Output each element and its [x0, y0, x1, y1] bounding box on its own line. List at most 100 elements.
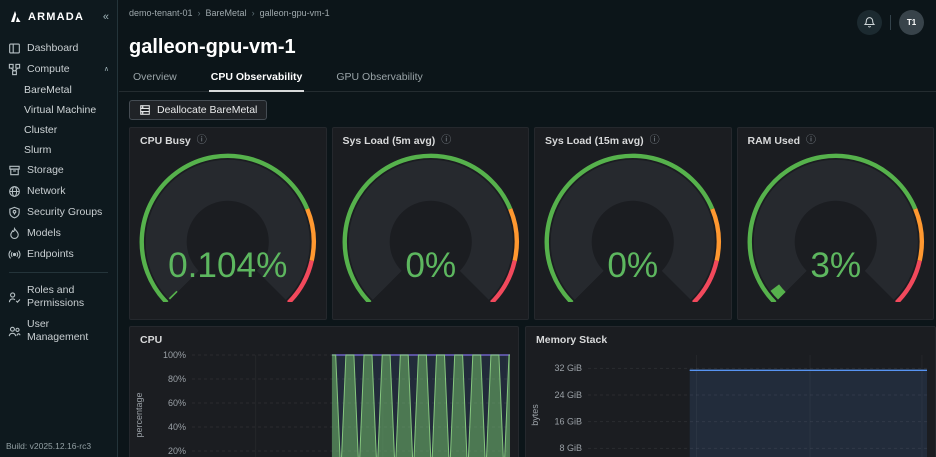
breadcrumb: demo-tenant-01 › BareMetal › galleon-gpu… [129, 8, 330, 18]
brand-name: ARMADA [28, 10, 85, 23]
sidebar-item-dashboard[interactable]: Dashboard [0, 38, 117, 59]
compute-icon [8, 63, 21, 76]
panel-title: RAM Used [747, 135, 801, 147]
cpu-chart-panel: CPU 0%20%40%60%80%100%10:1010:1510:20per… [129, 326, 519, 457]
sidebar-item-security-groups[interactable]: Security Groups [0, 202, 117, 223]
cpu-time-series-chart[interactable]: 0%20%40%60%80%100%10:1010:1510:20percent… [130, 349, 518, 457]
panel-title: Sys Load (15m avg) [545, 135, 644, 147]
tab-overview[interactable]: Overview [131, 66, 179, 92]
info-icon[interactable]: ⓘ [197, 136, 207, 146]
svg-text:percentage: percentage [134, 392, 144, 437]
sidebar: ARMADA « Dashboard Compute ∧ BareMetal V… [0, 0, 118, 457]
topbar: demo-tenant-01 › BareMetal › galleon-gpu… [119, 0, 936, 35]
sidebar-item-compute[interactable]: Compute ∧ [0, 59, 117, 80]
top-actions: T1 [857, 10, 924, 35]
sidebar-item-label: Endpoints [27, 248, 74, 260]
network-globe-icon [8, 185, 21, 198]
sys-load-15m-panel: Sys Load (15m avg) ⓘ 0% [534, 127, 732, 320]
svg-text:0%: 0% [405, 246, 456, 285]
sidebar-item-baremetal[interactable]: BareMetal [0, 80, 117, 100]
logo-row: ARMADA « [0, 0, 117, 38]
info-icon[interactable]: ⓘ [650, 136, 660, 146]
server-icon [139, 104, 151, 116]
info-icon[interactable]: ⓘ [441, 136, 451, 146]
roles-person-check-icon [8, 291, 21, 304]
cpu-busy-gauge: 0.104% [139, 153, 316, 303]
panel-title: CPU [140, 334, 163, 346]
ram-used-panel: RAM Used ⓘ 3% [736, 127, 934, 320]
panel-title: Sys Load (5m avg) [342, 135, 436, 147]
sys-load-5m-panel: Sys Load (5m avg) ⓘ 0% [331, 127, 529, 320]
memory-stack-panel: Memory Stack 0 B8 GiB16 GiB24 GiB32 GiB1… [525, 326, 936, 457]
svg-text:0.104%: 0.104% [168, 246, 287, 285]
breadcrumb-baremetal[interactable]: BareMetal [206, 8, 247, 18]
sys-load-15m-gauge: 0% [544, 153, 721, 303]
svg-text:bytes: bytes [530, 404, 540, 426]
avatar[interactable]: T1 [899, 10, 924, 35]
sidebar-divider [9, 272, 108, 273]
flame-icon [8, 227, 21, 240]
sidebar-item-endpoints[interactable]: Endpoints [0, 244, 117, 265]
tab-gpu-observability[interactable]: GPU Observability [334, 66, 424, 92]
svg-text:24 GiB: 24 GiB [554, 390, 582, 400]
svg-text:60%: 60% [168, 398, 186, 408]
gauge-row: CPU Busy ⓘ 0.104% Sys Load (5m avg) ⓘ 0% S… [119, 127, 936, 320]
svg-text:16 GiB: 16 GiB [554, 417, 582, 427]
topbar-divider [890, 15, 891, 30]
sidebar-item-label: Compute [27, 63, 70, 75]
bell-icon [863, 16, 876, 29]
sidebar-item-label: User Management [27, 318, 89, 343]
build-version: Build: v2025.12.16-rc3 [6, 441, 92, 451]
sidebar-item-user-management[interactable]: User Management [0, 314, 117, 348]
sidebar-item-roles-permissions[interactable]: Roles and Permissions [0, 280, 117, 314]
endpoints-broadcast-icon [8, 248, 21, 261]
panel-title: CPU Busy [140, 135, 191, 147]
memory-stack-chart[interactable]: 0 B8 GiB16 GiB24 GiB32 GiB10:1010:1510:2… [526, 349, 935, 457]
sidebar-collapse-button[interactable]: « [103, 11, 109, 23]
sidebar-item-label: Dashboard [27, 42, 79, 54]
toolbar: Deallocate BareMetal [119, 92, 936, 127]
sidebar-item-storage[interactable]: Storage [0, 160, 117, 181]
svg-text:8 GiB: 8 GiB [559, 443, 582, 453]
armada-logo-icon [8, 9, 23, 24]
page-title: galleon-gpu-vm-1 [129, 36, 296, 58]
sys-load-5m-gauge: 0% [342, 153, 519, 303]
sidebar-nav: Dashboard Compute ∧ BareMetal Virtual Ma… [0, 38, 117, 348]
deallocate-baremetal-button[interactable]: Deallocate BareMetal [129, 100, 268, 120]
notifications-button[interactable] [857, 10, 882, 35]
svg-text:40%: 40% [168, 422, 186, 432]
users-icon [8, 325, 21, 338]
sidebar-item-label: Network [27, 185, 66, 197]
cpu-busy-panel: CPU Busy ⓘ 0.104% [129, 127, 327, 320]
charts-row: CPU 0%20%40%60%80%100%10:1010:1510:20per… [129, 326, 936, 457]
sidebar-item-virtual-machine[interactable]: Virtual Machine [0, 100, 117, 120]
svg-text:0%: 0% [607, 246, 658, 285]
svg-text:80%: 80% [168, 374, 186, 384]
sidebar-item-network[interactable]: Network [0, 181, 117, 202]
sidebar-item-slurm[interactable]: Slurm [0, 140, 117, 160]
tab-cpu-observability[interactable]: CPU Observability [208, 66, 305, 92]
ram-used-gauge: 3% [747, 153, 924, 303]
shield-icon [8, 206, 21, 219]
sidebar-item-models[interactable]: Models [0, 223, 117, 244]
sidebar-item-label: Storage [27, 164, 64, 176]
dashboard-icon [8, 42, 21, 55]
tab-bar: Overview CPU Observability GPU Observabi… [119, 66, 936, 92]
breadcrumb-separator: › [197, 8, 201, 18]
storage-icon [8, 164, 21, 177]
sidebar-item-label: Security Groups [27, 206, 103, 218]
info-icon[interactable]: ⓘ [806, 136, 816, 146]
svg-text:100%: 100% [163, 350, 186, 360]
main-content: demo-tenant-01 › BareMetal › galleon-gpu… [119, 0, 936, 457]
sidebar-item-cluster[interactable]: Cluster [0, 120, 117, 140]
svg-text:3%: 3% [810, 246, 861, 285]
breadcrumb-separator: › [251, 8, 255, 18]
deallocate-baremetal-label: Deallocate BareMetal [157, 104, 258, 116]
panel-title: Memory Stack [536, 334, 608, 346]
breadcrumb-tenant[interactable]: demo-tenant-01 [129, 8, 193, 18]
svg-text:32 GiB: 32 GiB [554, 363, 582, 373]
chevron-up-icon[interactable]: ∧ [104, 63, 109, 76]
breadcrumb-current: galleon-gpu-vm-1 [259, 8, 330, 18]
sidebar-item-label: Models [27, 227, 61, 239]
sidebar-item-label: Roles and Permissions [27, 284, 85, 309]
